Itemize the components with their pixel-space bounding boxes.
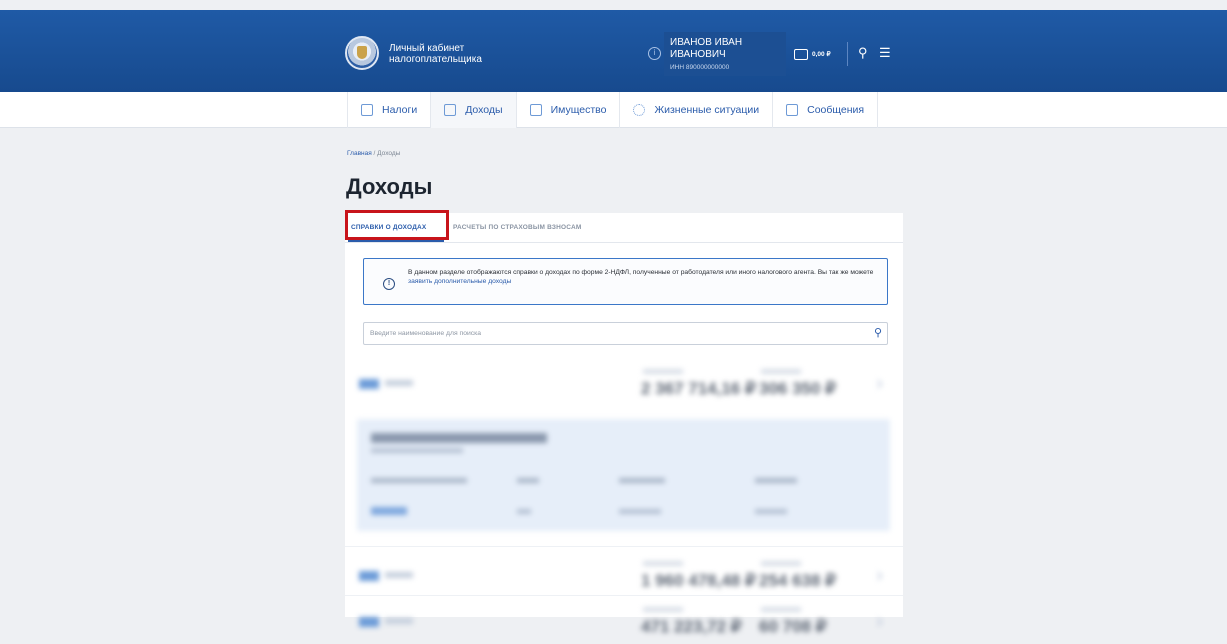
amount-label bbox=[643, 607, 683, 612]
chevron-down-icon[interactable] bbox=[873, 571, 883, 581]
amount-label bbox=[643, 369, 683, 374]
info-circle-icon: ! bbox=[383, 278, 395, 290]
breadcrumb-current: Доходы bbox=[377, 150, 401, 157]
nav-item-life-situations[interactable]: Жизненные ситуации bbox=[619, 92, 772, 128]
tab-insurance-calculations[interactable]: РАСЧЕТЫ ПО СТРАХОВЫМ ВЗНОСАМ bbox=[453, 224, 582, 231]
chevron-down-icon[interactable] bbox=[873, 617, 883, 627]
info-message: В данном разделе отображаются справки о … bbox=[408, 269, 874, 276]
search-icon[interactable]: ⚲ bbox=[858, 46, 868, 59]
active-tab-indicator bbox=[348, 240, 444, 242]
property-icon bbox=[529, 104, 542, 116]
amount-label bbox=[643, 561, 683, 566]
year-row[interactable]: 2 367 714,16 ₽ 306 350 ₽ bbox=[345, 359, 903, 407]
certificate-count bbox=[385, 380, 413, 386]
nav-label: Налоги bbox=[382, 104, 418, 116]
column-header bbox=[755, 478, 797, 483]
column-header bbox=[619, 478, 665, 483]
certificate-count bbox=[385, 618, 413, 624]
header: Личный кабинет налогоплательщика i ИВАНО… bbox=[0, 10, 1227, 92]
nav-label: Сообщения bbox=[807, 104, 865, 116]
certificate-count bbox=[385, 572, 413, 578]
cell-value bbox=[517, 509, 531, 514]
tax-label bbox=[761, 369, 801, 374]
year-row[interactable]: 471 223,72 ₽ 60 708 ₽ bbox=[345, 597, 903, 644]
nav-item-property[interactable]: Имущество bbox=[515, 92, 620, 128]
organization-block bbox=[357, 419, 890, 531]
row-divider bbox=[345, 546, 903, 547]
page-title: Доходы bbox=[346, 174, 433, 199]
info-text: В данном разделе отображаются справки о … bbox=[408, 268, 878, 286]
organization-name bbox=[371, 433, 547, 443]
brand-line-1: Личный кабинет bbox=[389, 43, 465, 54]
nav-item-taxes[interactable]: Налоги bbox=[347, 92, 430, 128]
money-icon bbox=[444, 104, 457, 116]
brand-line-2: налогоплательщика bbox=[389, 54, 482, 65]
tax-amount: 60 708 ₽ bbox=[759, 617, 827, 636]
income-card: СПРАВКИ О ДОХОДАХ РАСЧЕТЫ ПО СТРАХОВЫМ В… bbox=[345, 213, 903, 636]
column-header bbox=[371, 478, 467, 483]
wallet-icon[interactable] bbox=[794, 49, 808, 60]
row-divider bbox=[345, 595, 903, 596]
info-notice: ! В данном разделе отображаются справки … bbox=[363, 258, 888, 305]
year-row[interactable]: 1 960 478,48 ₽ 254 638 ₽ bbox=[345, 551, 903, 599]
user-inn: ИНН 890000000000 bbox=[670, 64, 730, 71]
envelope-icon bbox=[786, 104, 799, 116]
balance[interactable]: 0,00 ₽ bbox=[812, 50, 831, 58]
annotation-highlight bbox=[345, 210, 449, 240]
income-amount: 2 367 714,16 ₽ bbox=[641, 379, 756, 398]
main-nav: Налоги Доходы Имущество Жизненные ситуац… bbox=[0, 92, 1227, 128]
tax-label bbox=[761, 607, 801, 612]
cell-value bbox=[619, 509, 661, 514]
search-input[interactable]: Введите наименование для поиска ⚲ bbox=[363, 322, 888, 345]
nav-item-income[interactable]: Доходы bbox=[430, 92, 516, 128]
income-amount: 1 960 478,48 ₽ bbox=[641, 571, 756, 590]
search-placeholder: Введите наименование для поиска bbox=[370, 330, 482, 337]
cell-value bbox=[755, 509, 787, 514]
search-icon[interactable]: ⚲ bbox=[874, 327, 882, 339]
income-amount: 471 223,72 ₽ bbox=[641, 617, 742, 636]
year-badge bbox=[359, 571, 379, 581]
declare-income-link[interactable]: заявить дополнительные доходы bbox=[408, 278, 511, 285]
fns-emblem-logo[interactable] bbox=[345, 36, 379, 70]
info-circle-icon[interactable]: i bbox=[648, 47, 661, 60]
tax-doc-icon bbox=[361, 104, 373, 116]
nav-label: Жизненные ситуации bbox=[654, 104, 760, 116]
organization-inn bbox=[371, 448, 463, 453]
sun-icon bbox=[633, 104, 646, 116]
tax-amount: 306 350 ₽ bbox=[759, 379, 836, 398]
nav-label: Доходы bbox=[465, 104, 503, 116]
certificate-link[interactable] bbox=[371, 507, 407, 515]
tax-label bbox=[761, 561, 801, 566]
year-badge bbox=[359, 379, 379, 389]
nav-item-messages[interactable]: Сообщения bbox=[772, 92, 879, 128]
nav-label: Имущество bbox=[550, 104, 607, 116]
year-badge bbox=[359, 617, 379, 627]
column-header bbox=[517, 478, 539, 483]
menu-icon[interactable]: ☰ bbox=[879, 46, 891, 59]
user-name[interactable]: ИВАНОВ ИВАН ИВАНОВИЧ bbox=[670, 37, 780, 61]
chevron-down-icon[interactable] bbox=[873, 379, 883, 389]
breadcrumb-home[interactable]: Главная bbox=[347, 150, 372, 157]
header-divider bbox=[847, 42, 848, 66]
brand-title[interactable]: Личный кабинет налогоплательщика bbox=[389, 43, 482, 65]
breadcrumb: Главная / Доходы bbox=[347, 150, 400, 157]
tax-amount: 254 638 ₽ bbox=[759, 571, 836, 590]
